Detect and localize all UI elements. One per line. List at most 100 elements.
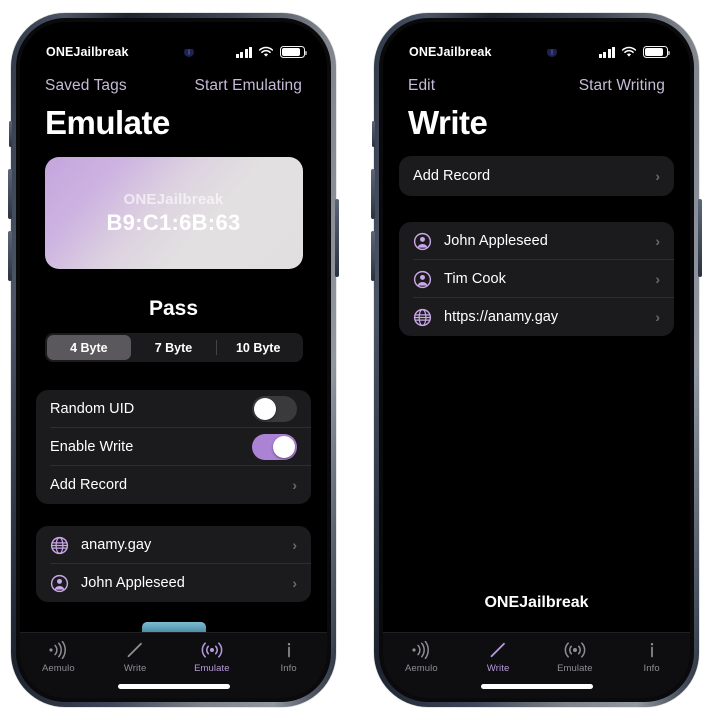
volume-up-button[interactable] — [8, 169, 12, 219]
status-bar-title: ONEJailbreak — [409, 45, 492, 59]
row-add-record[interactable]: Add Record › — [36, 466, 311, 504]
segment-4-byte[interactable]: 4 Byte — [46, 335, 132, 360]
home-indicator[interactable] — [480, 684, 593, 689]
edit-link[interactable]: Edit — [408, 77, 435, 95]
phone-left: ONEJailbreak Saved Tags Start Emulating … — [8, 13, 339, 707]
tab-label: Emulate — [194, 663, 230, 674]
globe-icon — [50, 536, 69, 554]
battery-icon — [280, 46, 307, 58]
scroll-peek-card[interactable] — [141, 622, 206, 632]
content-right: Add Record › John Appleseed › Tim Cook ›… — [383, 148, 690, 698]
watermark-label: ONEJailbreak — [484, 594, 589, 611]
tab-label: Aemulo — [404, 663, 438, 674]
globe-icon — [413, 308, 432, 326]
dynamic-island — [474, 22, 599, 49]
chevron-right-icon: › — [292, 575, 297, 591]
info-icon — [650, 643, 653, 658]
tab-label: Emulate — [557, 663, 593, 674]
chevron-right-icon: › — [292, 477, 297, 493]
person-icon — [413, 232, 432, 250]
screen-right: ONEJailbreak Edit Start Writing Write Ad… — [383, 22, 690, 698]
tab-label: Write — [486, 663, 510, 674]
start-emulating-link[interactable]: Start Emulating — [195, 77, 302, 95]
content-left: ONEJailbreak B9:C1:6B:63 Pass 4 Byte 7 B… — [20, 148, 327, 698]
chevron-right-icon: › — [292, 537, 297, 553]
cellular-signal-icon — [598, 46, 615, 58]
screen-left: ONEJailbreak Saved Tags Start Emulating … — [20, 22, 327, 698]
tab-label: Info — [643, 663, 660, 674]
row-label: Add Record — [413, 168, 491, 184]
tag-card[interactable]: ONEJailbreak B9:C1:6B:63 — [44, 157, 303, 269]
tab-label: Aemulo — [41, 663, 75, 674]
page-title-emulate: Emulate — [45, 104, 170, 141]
person-icon — [413, 270, 432, 288]
records-group: anamy.gay › John Appleseed › — [36, 526, 311, 602]
uid-length-segmented-control[interactable]: 4 Byte 7 Byte 10 Byte — [44, 333, 303, 362]
tab-write[interactable]: Write — [460, 641, 537, 698]
segment-10-byte[interactable]: 10 Byte — [215, 335, 301, 360]
list-item[interactable]: John Appleseed › — [36, 564, 311, 602]
volume-down-button[interactable] — [371, 231, 375, 281]
list-item[interactable]: https://anamy.gay › — [399, 298, 674, 336]
row-label: Random UID — [50, 401, 135, 417]
phone-bezel-right: ONEJailbreak Edit Start Writing Write Ad… — [379, 18, 694, 702]
person-icon — [50, 574, 69, 592]
start-writing-link[interactable]: Start Writing — [579, 77, 665, 95]
add-record-group: Add Record › — [399, 156, 674, 196]
pencil-icon — [490, 642, 506, 658]
random-uid-toggle[interactable] — [252, 396, 297, 422]
list-item-label: Tim Cook — [444, 271, 506, 287]
chevron-right-icon: › — [655, 233, 660, 249]
tab-label: Write — [123, 663, 147, 674]
records-group: John Appleseed › Tim Cook › https://anam… — [399, 222, 674, 336]
volume-down-button[interactable] — [8, 231, 12, 281]
enable-write-toggle[interactable] — [252, 434, 297, 460]
list-item[interactable]: anamy.gay › — [36, 526, 311, 564]
nav-bar-right: Edit Start Writing — [383, 77, 690, 95]
list-item-label: John Appleseed — [81, 575, 185, 591]
broadcast-icon — [564, 642, 586, 658]
toggle-knob — [254, 398, 276, 420]
nav-bar-left: Saved Tags Start Emulating — [20, 77, 327, 95]
home-indicator[interactable] — [117, 684, 230, 689]
tab-emulate[interactable]: Emulate — [174, 641, 251, 698]
toggle-knob — [273, 436, 295, 458]
row-enable-write[interactable]: Enable Write — [36, 428, 311, 466]
nfc-wave-icon — [412, 641, 430, 659]
page-title-write: Write — [408, 104, 488, 141]
list-item-label: https://anamy.gay — [444, 309, 559, 325]
cellular-signal-icon — [235, 46, 252, 58]
tag-card-uid: B9:C1:6B:63 — [106, 209, 241, 235]
chevron-right-icon: › — [655, 271, 660, 287]
row-random-uid[interactable]: Random UID — [36, 390, 311, 428]
broadcast-icon — [201, 642, 223, 658]
volume-up-button[interactable] — [371, 169, 375, 219]
power-button[interactable] — [698, 199, 702, 277]
list-item[interactable]: Tim Cook › — [399, 260, 674, 298]
silent-switch[interactable] — [9, 121, 12, 147]
row-add-record[interactable]: Add Record › — [399, 156, 674, 196]
segment-7-byte[interactable]: 7 Byte — [131, 335, 216, 360]
screenshot-stage: ONEJailbreak Saved Tags Start Emulating … — [0, 0, 720, 720]
silent-switch[interactable] — [372, 121, 375, 147]
list-item[interactable]: John Appleseed › — [399, 222, 674, 260]
tab-info[interactable]: Info — [250, 641, 327, 698]
phone-bezel-left: ONEJailbreak Saved Tags Start Emulating … — [16, 18, 331, 702]
tab-aemulo[interactable]: Aemulo — [383, 641, 460, 698]
tab-write[interactable]: Write — [97, 641, 174, 698]
row-label: Enable Write — [50, 439, 134, 455]
tab-aemulo[interactable]: Aemulo — [20, 641, 97, 698]
status-bar-title: ONEJailbreak — [46, 45, 129, 59]
pencil-icon — [127, 642, 143, 658]
settings-group: Random UID Enable Write Add Record › — [36, 390, 311, 504]
wifi-icon — [621, 46, 637, 57]
battery-icon — [643, 46, 670, 58]
tab-info[interactable]: Info — [613, 641, 690, 698]
power-button[interactable] — [335, 199, 339, 277]
wifi-icon — [258, 46, 274, 57]
tab-emulate[interactable]: Emulate — [537, 641, 614, 698]
saved-tags-link[interactable]: Saved Tags — [45, 77, 127, 95]
dynamic-island — [111, 22, 236, 49]
tab-label: Info — [280, 663, 297, 674]
nfc-wave-icon — [49, 641, 67, 659]
